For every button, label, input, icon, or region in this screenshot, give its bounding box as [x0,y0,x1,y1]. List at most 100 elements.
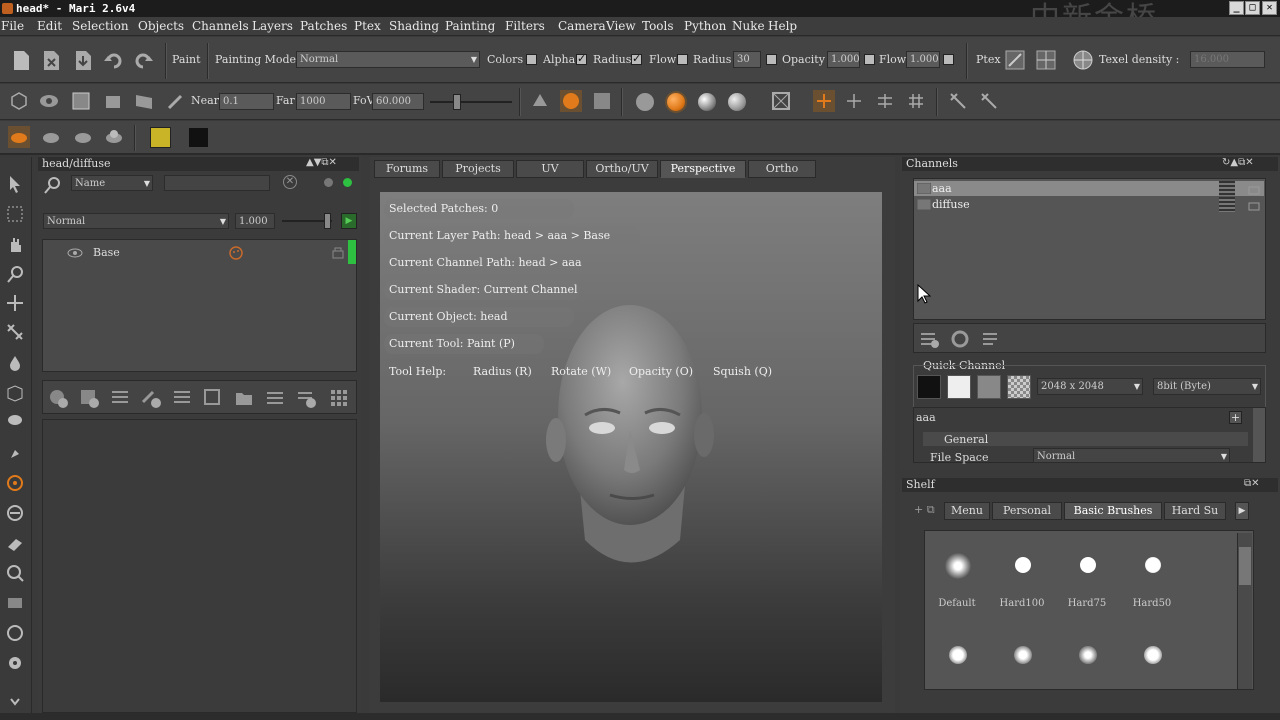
painting-mode-dropdown[interactable]: Normal [296,51,480,68]
save-icon[interactable] [72,49,94,71]
menu-camera[interactable]: Camera [558,19,606,33]
grid-snap-icon[interactable] [905,90,927,112]
align-center-icon[interactable] [874,90,896,112]
minimize-button[interactable]: _ [1229,1,1244,15]
visibility-eye-icon[interactable] [67,247,83,259]
menu-ptex[interactable]: Ptex [354,19,381,33]
zoom-icon[interactable] [5,264,25,284]
channel-lock-icon[interactable] [1247,198,1261,211]
transform-reset-icon[interactable] [978,90,1000,112]
opacity-field[interactable]: 1.000 [827,51,860,68]
full-shading-icon[interactable] [728,93,746,111]
apply-button[interactable]: ▶ [341,213,357,229]
layer-stack-icon[interactable] [109,387,131,409]
add-procedural-icon[interactable] [140,387,162,409]
tab-perspective[interactable]: Perspective [660,160,746,178]
list-view-icon[interactable] [264,387,286,409]
filter-input[interactable] [164,175,270,191]
add-layer-icon[interactable] [78,387,100,409]
paintable-layer-icon[interactable] [229,246,243,260]
flow-toggle[interactable] [864,54,875,65]
menu-file[interactable]: File [1,19,24,33]
paint-through-icon[interactable] [560,90,582,112]
add-folder-icon[interactable] [233,387,255,409]
quick-channel-white[interactable] [947,375,971,399]
shelf-tab-basic-brushes[interactable]: Basic Brushes [1064,502,1162,520]
opacity-checkbox[interactable] [766,54,777,65]
ptex-grid-icon[interactable] [1035,49,1057,71]
menu-python[interactable]: Python [684,19,726,33]
gradient-icon[interactable] [5,593,25,613]
menu-shading[interactable]: Shading [389,19,439,33]
layer-row[interactable]: Base [43,240,346,264]
brush-soft50-preview[interactable] [1079,646,1097,664]
brush-default-preview[interactable] [945,553,971,579]
channels-panel-controls-icon[interactable]: ↻▲⧉✕ [1222,157,1254,168]
lights-icon[interactable] [164,90,186,112]
add-adjustment-layer-icon[interactable] [47,387,69,409]
eye-icon[interactable] [40,126,62,148]
texture-icon[interactable] [133,90,155,112]
new-file-icon[interactable] [10,49,32,71]
cube-tool-icon[interactable] [5,383,25,403]
hand-icon[interactable] [5,234,25,254]
eraser-icon[interactable] [5,533,25,553]
project-icon[interactable] [591,90,613,112]
menu-help[interactable]: Help [768,19,797,33]
remove-channel-icon[interactable] [980,328,1002,350]
flow-lock-checkbox[interactable] [943,54,954,65]
shelf-tab-personal[interactable]: Personal [992,502,1062,520]
tab-projects[interactable]: Projects [442,160,514,178]
blur-icon[interactable] [5,623,25,643]
paint-eye-icon[interactable] [8,126,30,148]
tab-ortho-uv[interactable]: Ortho/UV [586,160,658,178]
shelf-tab-menu[interactable]: Menu [944,502,990,520]
clear-filter-icon[interactable]: ✕ [283,175,297,189]
menu-objects[interactable]: Objects [138,19,184,33]
quick-channel-transparent[interactable] [1007,375,1031,399]
globe-icon[interactable] [1072,49,1094,71]
properties-scrollbar[interactable] [1253,408,1265,462]
flow-checkbox[interactable] [677,54,688,65]
menu-filters[interactable]: Filters [505,19,545,33]
channel-size-dropdown[interactable]: 2048 x 2048 [1037,378,1143,395]
brush-soft25-preview[interactable] [1144,646,1162,664]
expand-down-icon[interactable] [5,693,25,713]
radius-checkbox[interactable] [631,52,642,65]
lit-shading-icon[interactable] [698,93,716,111]
close-button[interactable]: ✕ [1262,1,1277,15]
shelf-panel-controls-icon[interactable]: ⧉✕ [1244,478,1260,489]
add-channel-icon[interactable] [918,328,940,350]
close-file-icon[interactable] [40,49,62,71]
tab-uv[interactable]: UV [516,160,584,178]
channel-depth-dropdown[interactable]: 8bit (Byte) [1153,378,1261,395]
grid-view-icon[interactable] [328,387,350,409]
alpha-checkbox[interactable] [576,52,587,65]
brush-scrollbar[interactable] [1237,533,1252,689]
menu-layers[interactable]: Layers [252,19,293,33]
move-icon[interactable] [5,293,25,313]
radius-field[interactable]: 30 [733,51,761,68]
flow-field[interactable]: 1.000 [906,51,940,68]
current-channel-shading-icon[interactable] [667,93,685,111]
brush-soft-preview[interactable] [949,646,967,664]
frame-icon[interactable] [70,90,92,112]
tab-forums[interactable]: Forums [374,160,440,178]
flat-shading-icon[interactable] [636,93,654,111]
head-model[interactable] [540,300,730,580]
shelf-add-icon[interactable]: + ⧉ [914,503,935,517]
fov-field[interactable]: 60.000 [372,93,424,110]
transform-icon[interactable] [947,90,969,112]
wireframe-toggle-icon[interactable] [770,90,792,112]
expand-plus-button[interactable]: + [1229,411,1242,424]
far-field[interactable]: 1000 [296,93,351,110]
menu-channels[interactable]: Channels [192,19,249,33]
brush-hard100-preview[interactable] [1015,557,1031,573]
layer-opacity-field[interactable]: 1.000 [235,213,275,229]
add-group-icon[interactable] [202,387,224,409]
channel-lock-icon[interactable] [1247,182,1261,195]
select-arrow-icon[interactable] [5,174,25,194]
maximize-button[interactable]: □ [1245,1,1260,15]
texel-density-field[interactable]: 16.000 [1190,51,1265,68]
channel-handle-icon[interactable] [1219,181,1235,196]
